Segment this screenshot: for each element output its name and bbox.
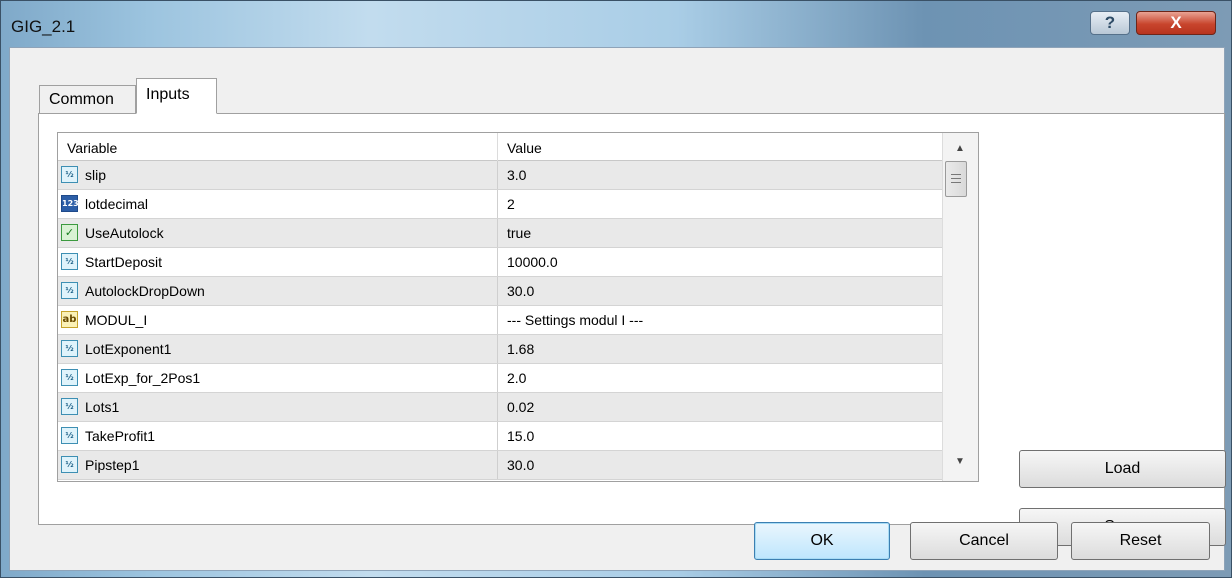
variable-name: UseAutolock [85,225,164,241]
double-type-icon: ½ [61,282,78,299]
variable-value[interactable]: --- Settings modul I --- [498,306,942,334]
variable-name: Pipstep1 [85,457,140,473]
variable-value[interactable]: true [498,219,942,247]
window-title: GIG_2.1 [11,17,76,36]
variable-name: slip [85,167,107,183]
table-row[interactable]: ½ LotExp_for_2Pos1 2.0 [58,364,942,393]
table-row[interactable]: 123 lotdecimal 2 [58,190,942,219]
variable-value[interactable]: 0.02 [498,393,942,421]
grid-rows: ½ slip 3.0 123 lotdecimal 2 ✓ UseAutolock t… [58,161,942,480]
variable-value[interactable]: 2.0 [498,364,942,392]
variable-value[interactable]: 1.68 [498,335,942,363]
int-type-icon: 123 [61,195,79,212]
variable-value[interactable]: 15.0 [498,422,942,450]
variable-name: TakeProfit1 [85,428,156,444]
bool-type-icon: ✓ [61,224,78,241]
variable-value[interactable]: 10000.0 [498,248,942,276]
ok-button[interactable]: OK [754,522,890,560]
reset-button[interactable]: Reset [1071,522,1210,560]
scrollbar-thumb[interactable] [945,161,967,197]
column-header-value[interactable]: Value [498,133,942,161]
load-button[interactable]: Load [1019,450,1226,488]
variable-value[interactable]: 30.0 [498,277,942,305]
close-button[interactable]: X [1136,11,1216,35]
table-row[interactable]: ½ TakeProfit1 15.0 [58,422,942,451]
double-type-icon: ½ [61,253,78,270]
double-type-icon: ½ [61,166,78,183]
variable-value[interactable]: 30.0 [498,451,942,479]
variable-name: lotdecimal [85,196,149,212]
scroll-down-icon[interactable]: ▼ [955,456,965,467]
string-type-icon: ab [61,311,78,328]
table-row[interactable]: ½ LotExponent1 1.68 [58,335,942,364]
title-bar[interactable]: GIG_2.1 ? X [1,1,1231,47]
inputs-panel: Variable Value ½ slip 3.0 123 lotdecimal 2… [38,113,1226,546]
dialog-client-area: Common Inputs Variable Value ½ slip 3.0 1… [9,47,1226,571]
double-type-icon: ½ [61,398,78,415]
double-type-icon: ½ [61,369,78,386]
variable-name: MODUL_I [85,312,148,328]
variable-value[interactable]: 2 [498,190,942,218]
table-row[interactable]: ✓ UseAutolock true [58,219,942,248]
double-type-icon: ½ [61,456,78,473]
table-row[interactable]: ab MODUL_I --- Settings modul I --- [58,306,942,335]
vertical-scrollbar[interactable]: ▲ ▼ [942,133,978,481]
tab-common[interactable]: Common [39,85,136,113]
variable-name: AutolockDropDown [85,283,205,299]
variable-value[interactable]: 3.0 [498,161,942,189]
table-row[interactable]: ½ slip 3.0 [58,161,942,190]
table-row[interactable]: ½ Lots1 0.02 [58,393,942,422]
variable-name: StartDeposit [85,254,163,270]
tab-inputs[interactable]: Inputs [136,78,217,114]
column-header-variable[interactable]: Variable [58,133,498,161]
scroll-up-icon[interactable]: ▲ [955,143,965,154]
table-row[interactable]: ½ AutolockDropDown 30.0 [58,277,942,306]
double-type-icon: ½ [61,427,78,444]
dialog-window: GIG_2.1 ? X Common Inputs Variable Value… [0,0,1232,578]
grid-header: Variable Value [58,133,942,161]
variable-name: LotExponent1 [85,341,172,357]
variable-name: LotExp_for_2Pos1 [85,370,201,386]
table-row[interactable]: ½ StartDeposit 10000.0 [58,248,942,277]
inputs-grid: Variable Value ½ slip 3.0 123 lotdecimal 2… [57,132,979,482]
variable-name: Lots1 [85,399,120,415]
table-row[interactable]: ½ Pipstep1 30.0 [58,451,942,480]
help-button[interactable]: ? [1090,11,1130,35]
cancel-button[interactable]: Cancel [910,522,1058,560]
double-type-icon: ½ [61,340,78,357]
